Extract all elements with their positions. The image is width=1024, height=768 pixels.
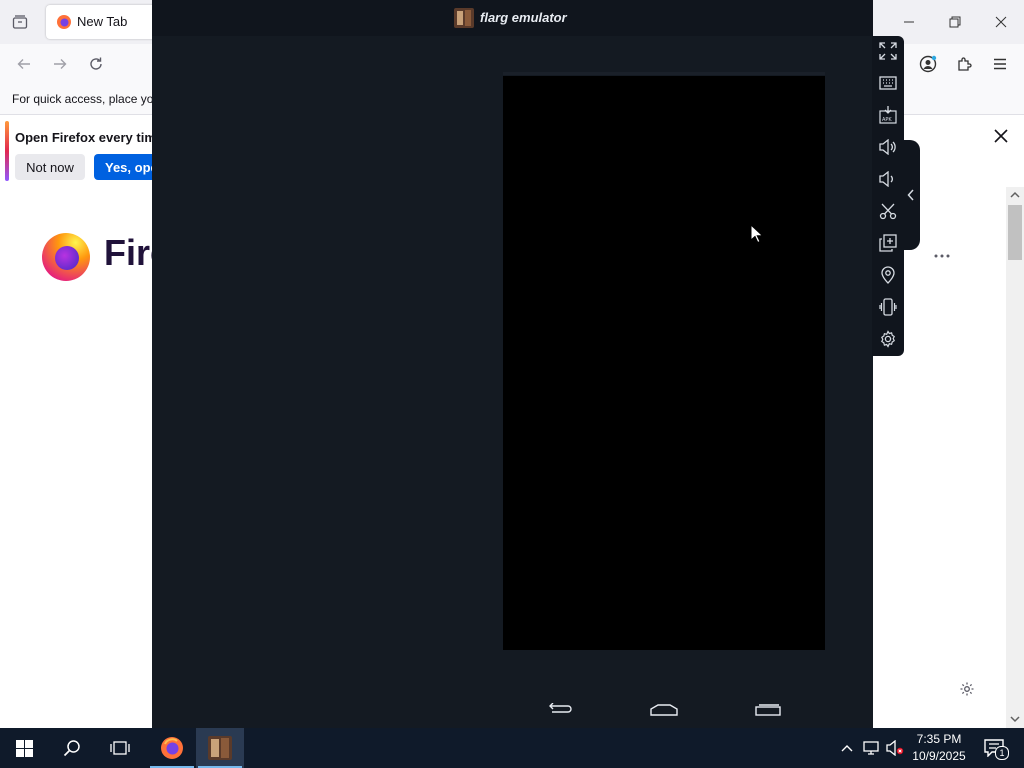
emulator-display[interactable] bbox=[503, 76, 825, 650]
show-hidden-icons-chevron-icon[interactable] bbox=[837, 738, 857, 758]
multi-instance-icon[interactable] bbox=[874, 229, 902, 257]
tab-title: New Tab bbox=[77, 14, 128, 29]
notification-accent bbox=[5, 121, 9, 181]
scrollbar-thumb[interactable] bbox=[1008, 205, 1022, 260]
emulator-screen-bezel bbox=[503, 72, 825, 75]
clock-time: 7:35 PM bbox=[916, 732, 962, 746]
close-window-button[interactable] bbox=[978, 0, 1024, 44]
location-icon[interactable] bbox=[874, 261, 902, 289]
keyboard-icon[interactable] bbox=[874, 69, 902, 97]
volume-down-icon[interactable] bbox=[874, 165, 902, 193]
toolbar-collapse-chevron-icon[interactable] bbox=[902, 140, 920, 250]
menu-icon[interactable] bbox=[988, 52, 1012, 76]
windows-taskbar: 7:35 PM 10/9/2025 1 bbox=[0, 728, 1024, 768]
shake-icon[interactable] bbox=[874, 293, 902, 321]
volume-muted-icon[interactable] bbox=[885, 738, 905, 758]
more-options-icon[interactable] bbox=[930, 246, 954, 266]
not-now-button[interactable]: Not now bbox=[15, 154, 85, 180]
android-home-icon[interactable] bbox=[644, 692, 684, 728]
screenshot-scissors-icon[interactable] bbox=[874, 197, 902, 225]
android-back-icon[interactable] bbox=[540, 692, 580, 728]
extensions-icon[interactable] bbox=[952, 52, 976, 76]
apk-install-icon[interactable]: APK bbox=[874, 101, 902, 129]
taskbar-emulator-icon[interactable] bbox=[196, 728, 244, 768]
page-scrollbar[interactable] bbox=[1006, 187, 1024, 728]
android-recents-icon[interactable] bbox=[748, 692, 788, 728]
fullscreen-icon[interactable] bbox=[874, 37, 902, 65]
taskbar-firefox-icon[interactable] bbox=[148, 728, 196, 768]
emulator-title: flarg emulator bbox=[480, 10, 567, 25]
clock-date: 10/9/2025 bbox=[912, 749, 966, 763]
system-clock[interactable]: 7:35 PM 10/9/2025 bbox=[906, 731, 972, 765]
account-icon[interactable] bbox=[916, 52, 940, 76]
forward-icon[interactable] bbox=[48, 52, 72, 76]
start-windows-icon[interactable] bbox=[0, 728, 48, 768]
firefox-favicon-icon bbox=[57, 15, 71, 29]
emulator-window: flarg emulator bbox=[152, 0, 873, 728]
search-icon[interactable] bbox=[48, 728, 96, 768]
restore-button[interactable] bbox=[932, 0, 978, 44]
reload-icon[interactable] bbox=[84, 52, 108, 76]
emulator-app-icon bbox=[454, 8, 474, 28]
settings-icon[interactable] bbox=[874, 325, 902, 353]
personalize-gear-icon[interactable] bbox=[956, 678, 978, 700]
android-nav-bar bbox=[152, 692, 873, 728]
notification-close-icon[interactable] bbox=[990, 125, 1012, 147]
volume-up-icon[interactable] bbox=[874, 133, 902, 161]
tab-list-icon[interactable] bbox=[8, 10, 32, 34]
task-view-icon[interactable] bbox=[96, 728, 144, 768]
emulator-title-bar[interactable]: flarg emulator bbox=[152, 0, 873, 36]
mouse-cursor-icon bbox=[750, 224, 764, 244]
svg-text:APK: APK bbox=[882, 117, 892, 123]
network-icon[interactable] bbox=[861, 738, 881, 758]
back-icon[interactable] bbox=[12, 52, 36, 76]
firefox-logo-icon bbox=[42, 233, 90, 281]
notification-count-badge: 1 bbox=[995, 746, 1009, 760]
